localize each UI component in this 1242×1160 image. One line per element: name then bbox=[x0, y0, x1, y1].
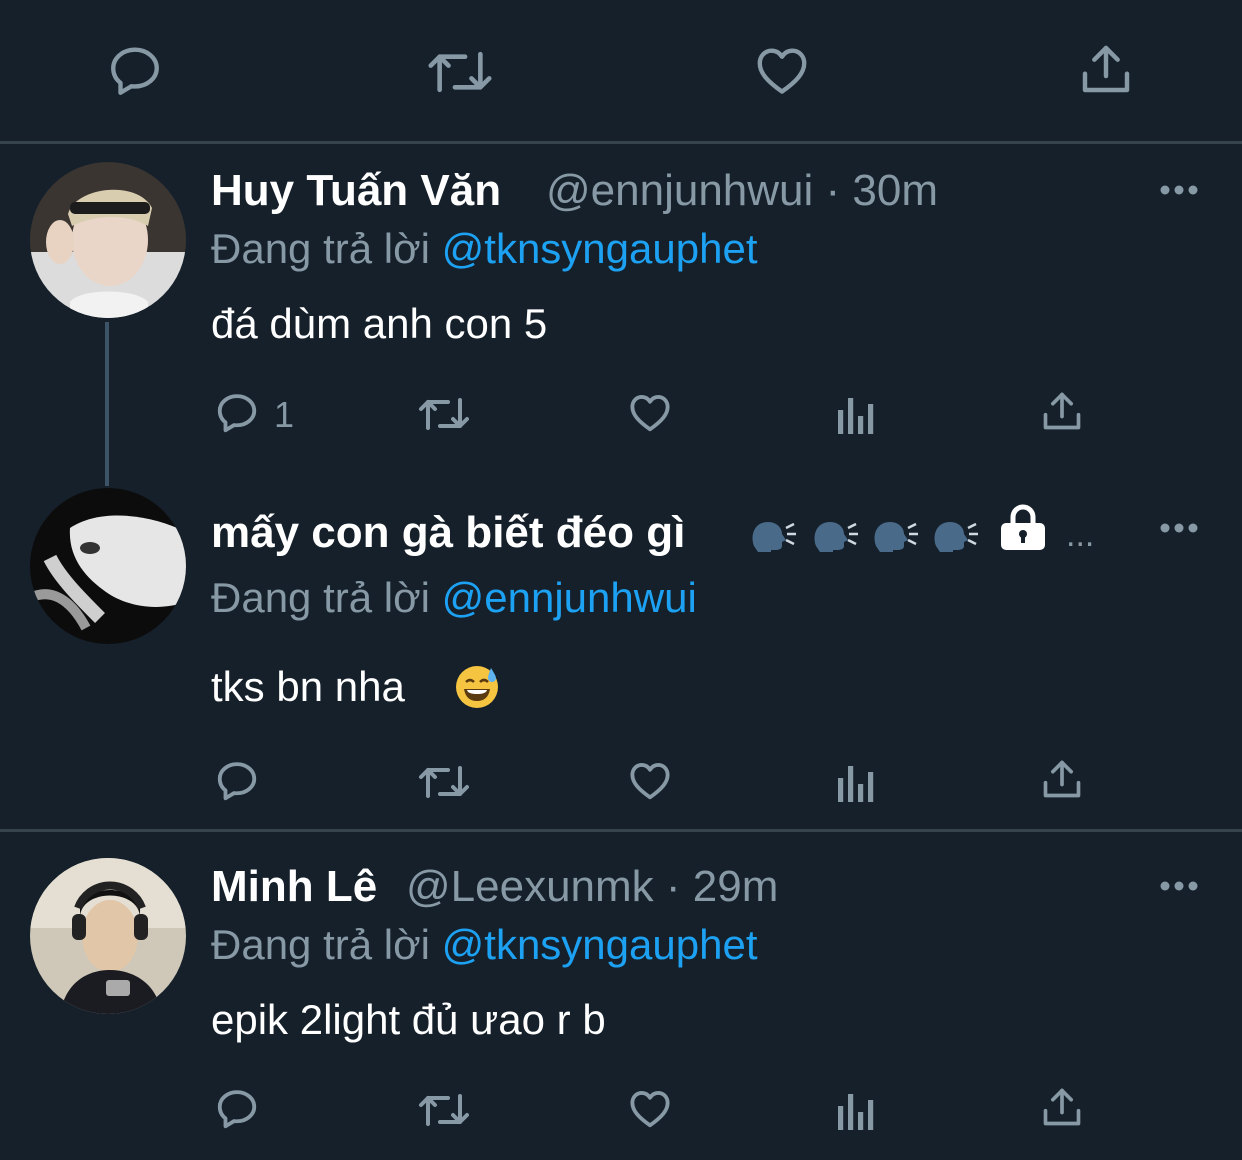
like-icon[interactable] bbox=[626, 390, 674, 436]
thread-line bbox=[105, 322, 109, 486]
mention-link[interactable]: @tknsyngauphet bbox=[442, 225, 758, 272]
grinning-sweat-emoji bbox=[454, 664, 500, 715]
replying-to: Đang trả lời @ennjunhwui bbox=[211, 574, 697, 622]
author-meta: @ennjunhwui · 30m bbox=[546, 166, 938, 216]
tweet-text: epik 2light đủ ưao r b bbox=[211, 996, 606, 1043]
name-truncation: ... bbox=[1066, 516, 1095, 554]
reply-icon[interactable] bbox=[213, 1086, 261, 1132]
like-icon[interactable] bbox=[626, 758, 674, 804]
share-icon[interactable] bbox=[1078, 40, 1134, 98]
speaking-head-icon bbox=[930, 516, 978, 561]
replying-to-label: Đang trả lời bbox=[211, 574, 430, 621]
replying-to: Đang trả lời @tknsyngauphet bbox=[211, 225, 757, 273]
retweet-icon[interactable] bbox=[416, 392, 472, 436]
like-icon[interactable] bbox=[626, 1086, 674, 1132]
more-options-icon[interactable] bbox=[1158, 176, 1200, 209]
like-icon[interactable] bbox=[752, 42, 812, 100]
more-options-icon[interactable] bbox=[1158, 872, 1200, 905]
meta-separator: · bbox=[665, 862, 681, 911]
lock-icon bbox=[998, 504, 1048, 557]
speaking-head-icon bbox=[810, 516, 858, 561]
avatar[interactable] bbox=[30, 488, 186, 644]
divider bbox=[0, 829, 1242, 832]
replying-to-label: Đang trả lời bbox=[211, 225, 430, 272]
replying-to-label: Đang trả lời bbox=[211, 921, 430, 968]
share-icon[interactable] bbox=[1040, 1084, 1084, 1130]
share-icon[interactable] bbox=[1040, 388, 1084, 434]
author-name[interactable]: Huy Tuấn Văn bbox=[211, 166, 501, 216]
reply-icon[interactable] bbox=[213, 758, 261, 804]
retweet-icon[interactable] bbox=[416, 1088, 472, 1132]
meta-separator: · bbox=[825, 166, 841, 215]
share-icon[interactable] bbox=[1040, 756, 1084, 802]
speaking-head-icon bbox=[870, 516, 918, 561]
mention-link[interactable]: @tknsyngauphet bbox=[442, 921, 758, 968]
reply-count: 1 bbox=[274, 394, 295, 435]
more-options-icon[interactable] bbox=[1158, 514, 1200, 547]
mention-link[interactable]: @ennjunhwui bbox=[442, 574, 697, 621]
retweet-icon[interactable] bbox=[426, 44, 494, 100]
reply-icon[interactable] bbox=[104, 42, 166, 100]
avatar[interactable] bbox=[30, 162, 186, 318]
analytics-icon[interactable] bbox=[836, 392, 876, 434]
tweet-time[interactable]: 30m bbox=[852, 166, 938, 215]
analytics-icon[interactable] bbox=[836, 1088, 876, 1130]
tweet-text: tks bn nha bbox=[211, 663, 405, 710]
divider bbox=[0, 141, 1242, 144]
tweet-time[interactable]: 29m bbox=[693, 862, 779, 911]
author-name[interactable]: mấy con gà biết đéo gì bbox=[211, 508, 685, 558]
avatar[interactable] bbox=[30, 858, 186, 1014]
author-meta: @Leexunmk · 29m bbox=[406, 862, 778, 912]
author-name[interactable]: Minh Lê bbox=[211, 862, 377, 912]
author-handle[interactable]: @ennjunhwui bbox=[546, 166, 813, 215]
reply-icon[interactable] bbox=[213, 390, 261, 436]
analytics-icon[interactable] bbox=[836, 760, 876, 802]
author-handle[interactable]: @Leexunmk bbox=[406, 862, 654, 911]
tweet-text: đá dùm anh con 5 bbox=[211, 300, 548, 347]
speaking-head-icon bbox=[748, 516, 796, 561]
retweet-icon[interactable] bbox=[416, 760, 472, 804]
replying-to: Đang trả lời @tknsyngauphet bbox=[211, 921, 757, 969]
